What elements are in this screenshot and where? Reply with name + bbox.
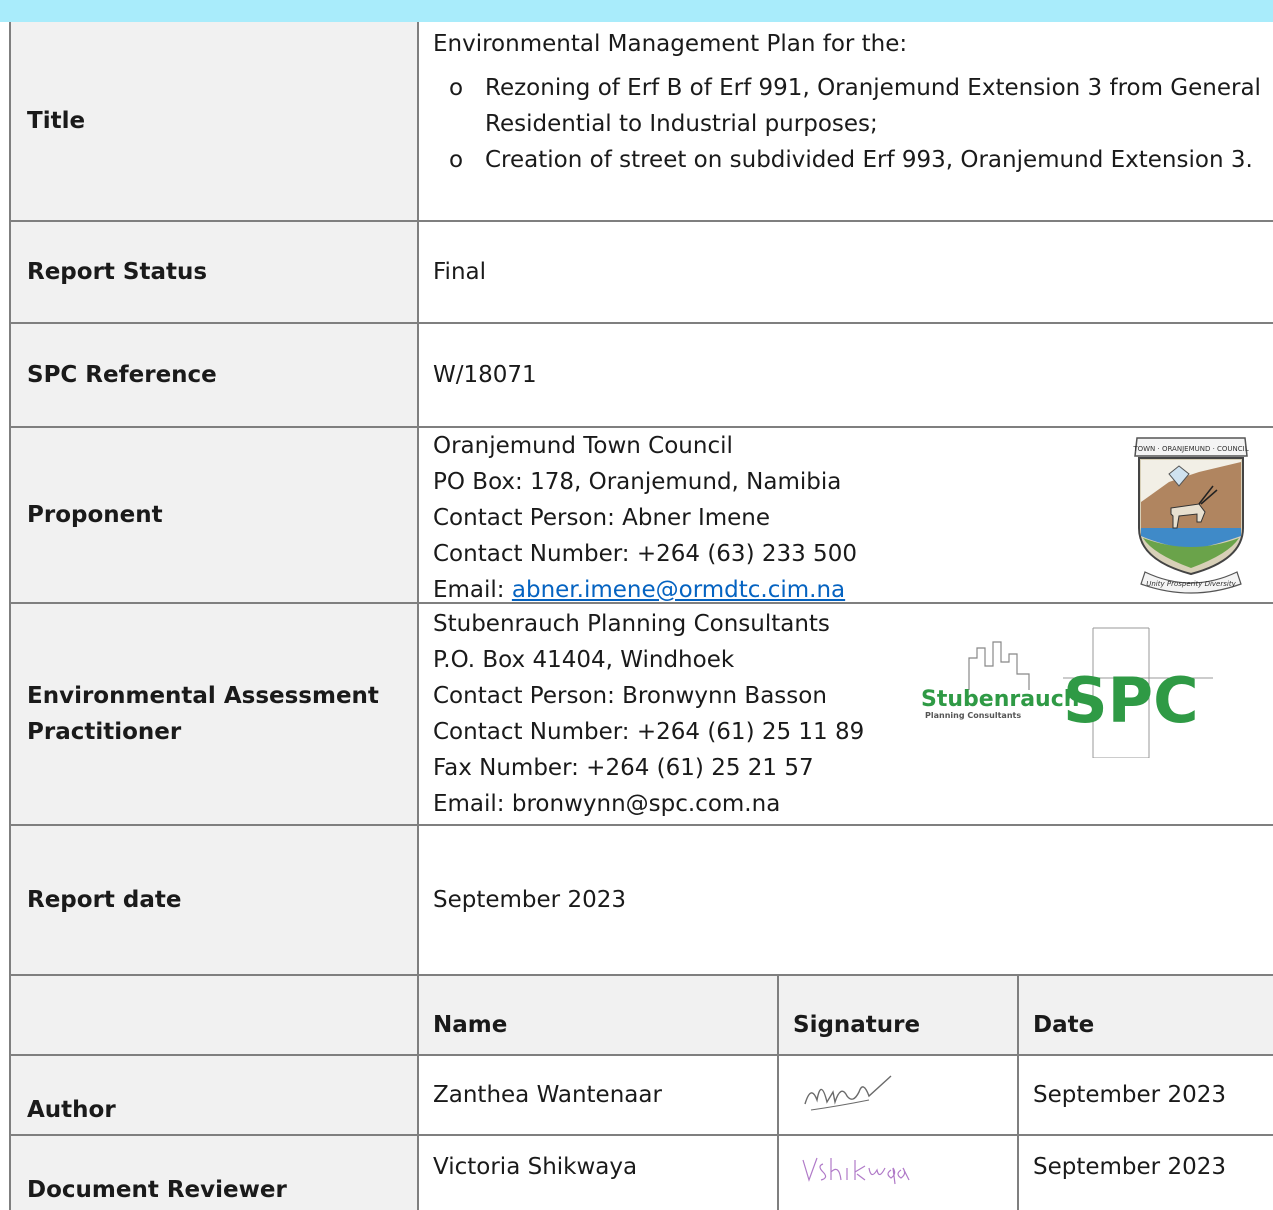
header-date: Date <box>1019 976 1273 1054</box>
reviewer-row: Document Reviewer Victoria Shikwaya Sept… <box>9 1136 1273 1210</box>
logo-sub: Planning Consultants <box>925 711 1021 720</box>
reviewer-label: Document Reviewer <box>9 1136 419 1210</box>
crest-text: TOWN · ORANJEMUND · COUNCIL <box>1132 445 1248 453</box>
title-bullet-1: o Rezoning of Erf B of Erf 991, Oranjemu… <box>433 70 1273 142</box>
author-date: September 2023 <box>1033 1082 1226 1108</box>
bullet-text-line: Residential to Industrial purposes; <box>485 111 878 137</box>
proponent-email-link[interactable]: abner.imene@ormdtc.cim.na <box>512 577 845 603</box>
practitioner-label-line: Practitioner <box>27 719 182 745</box>
reviewer-name: Victoria Shikwaya <box>433 1154 638 1180</box>
logo-name: Stubenrauch <box>921 687 1079 712</box>
status-value: Final <box>419 222 1273 322</box>
logo-mark: SPC <box>1063 664 1199 737</box>
practitioner-label: Environmental Assessment Practitioner <box>9 604 419 824</box>
date-value: September 2023 <box>419 826 1273 974</box>
practitioner-line: Email: bronwynn@spc.com.na <box>433 791 781 817</box>
header-name: Name <box>419 976 777 1054</box>
date-row: Report date September 2023 <box>9 826 1273 974</box>
bullet-text-line: Creation of street on subdivided Erf 993… <box>485 147 1253 173</box>
reviewer-date: September 2023 <box>1033 1154 1226 1180</box>
author-row: Author Zanthea Wantenaar September 2023 <box>9 1056 1273 1134</box>
bullet-marker: o <box>449 147 464 173</box>
status-label: Report Status <box>9 222 419 322</box>
bullet-text-line: Rezoning of Erf B of Erf 991, Oranjemund… <box>485 75 1261 101</box>
practitioner-value: Stubenrauch Planning Consultants P.O. Bo… <box>419 604 1273 824</box>
spc-logo-icon: Stubenrauch Planning Consultants SPC <box>921 627 1213 758</box>
reviewer-signature <box>779 1136 1017 1210</box>
author-signature <box>779 1056 1017 1134</box>
title-label: Title <box>9 22 419 220</box>
email-prefix: Email: <box>433 577 512 603</box>
header-bar <box>0 0 1273 22</box>
header-signature: Signature <box>779 976 1017 1054</box>
signoff-header-row: Name Signature Date <box>9 976 1273 1054</box>
reference-value: W/18071 <box>419 324 1273 426</box>
status-row: Report Status Final <box>9 222 1273 322</box>
proponent-row: Proponent Oranjemund Town Council PO Box… <box>9 428 1273 603</box>
title-value: Environmental Management Plan for the: o… <box>419 22 1273 220</box>
proponent-value: Oranjemund Town Council PO Box: 178, Ora… <box>419 428 1273 603</box>
town-council-crest-icon: TOWN · ORANJEMUND · COUNCIL Unity Prospe… <box>1132 437 1249 594</box>
practitioner-row: Environmental Assessment Practitioner St… <box>9 604 1273 824</box>
date-label: Report date <box>9 826 419 974</box>
practitioner-label-line: Environmental Assessment <box>27 683 379 709</box>
reference-row: SPC Reference W/18071 <box>9 324 1273 426</box>
proponent-label: Proponent <box>9 428 419 602</box>
reference-label: SPC Reference <box>9 324 419 426</box>
reviewer-signature-icon <box>802 1157 910 1185</box>
author-signature-icon <box>804 1075 892 1111</box>
author-name: Zanthea Wantenaar <box>433 1082 662 1108</box>
title-bullet-2: o Creation of street on subdivided Erf 9… <box>433 142 1273 178</box>
signoff-empty-label <box>9 976 419 1054</box>
title-row: Title Environmental Management Plan for … <box>9 22 1273 220</box>
bullet-marker: o <box>449 75 464 101</box>
crest-motto: Unity Prosperity Diversity <box>1146 580 1236 588</box>
document-info-table: Title Environmental Management Plan for … <box>9 22 1273 1210</box>
author-label: Author <box>9 1056 419 1134</box>
title-intro: Environmental Management Plan for the: <box>433 31 908 57</box>
